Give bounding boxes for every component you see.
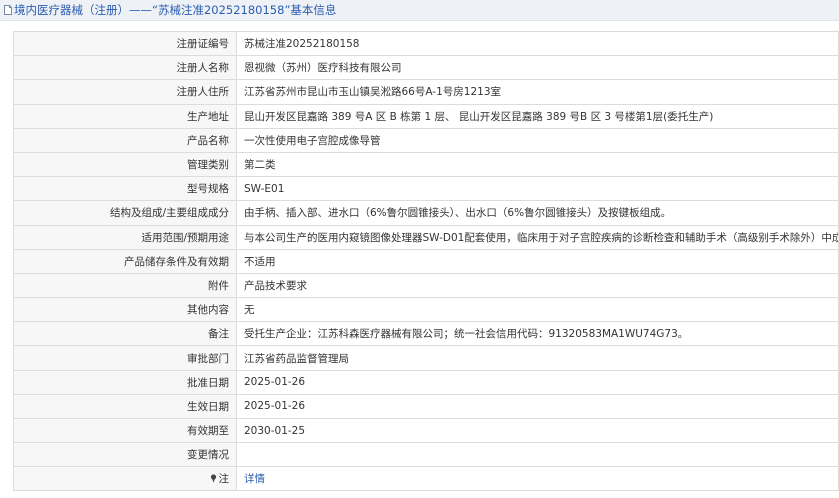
- table-row: 其他内容无: [13, 297, 839, 323]
- field-label: 生效日期: [13, 393, 237, 420]
- field-label: 生产地址: [13, 103, 237, 129]
- field-value: 昆山开发区昆嘉路 389 号A 区 B 栋第 1 层、 昆山开发区昆嘉路 389…: [236, 103, 839, 129]
- document-icon: [4, 5, 12, 15]
- field-label: 适用范围/预期用途: [13, 224, 237, 250]
- table-row: 备注 受托生产企业：江苏科森医疗器械有限公司；统一社会信用代码：91320583M…: [13, 321, 839, 347]
- field-label: 注册证编号: [13, 30, 237, 57]
- table-row: 产品名称 一次性使用电子宫腔成像导管: [13, 127, 839, 153]
- field-label: 变更情况: [13, 442, 237, 468]
- field-value: [236, 442, 839, 468]
- field-label: 产品名称: [13, 127, 237, 153]
- field-value: 江苏省药品监督管理局: [236, 345, 839, 371]
- note-row: 注 详情: [13, 466, 839, 492]
- field-value: 江苏省苏州市昆山市玉山镇吴淞路66号A-1号房1213室: [236, 79, 839, 105]
- note-label-text: 注: [218, 473, 230, 486]
- table-row: 生效日期 2025-01-26: [13, 393, 839, 420]
- field-value: 恩视微（苏州）医疗科技有限公司: [236, 55, 839, 81]
- pin-icon: [210, 474, 216, 484]
- detail-table: 注册证编号 苏械注准20252180158 注册人名称 恩视微（苏州）医疗科技有限公司…: [13, 30, 839, 492]
- field-value: 产品技术要求: [236, 272, 839, 299]
- field-label: 型号规格: [13, 176, 237, 202]
- field-value: 第二类: [236, 151, 839, 178]
- table-row: 注册证编号 苏械注准20252180158: [13, 30, 839, 57]
- field-value: 无: [236, 297, 839, 323]
- table-row: 适用范围/预期用途 与本公司生产的医用内窥镜图像处理器SW-D01配套使用，临床用…: [13, 224, 839, 250]
- table-row: 批准日期 2025-01-26: [13, 369, 839, 395]
- header-bar: 境内医疗器械（注册）——“苏械注准20252180158”基本信息: [0, 0, 839, 21]
- field-value: SW-E01: [236, 176, 839, 202]
- table-row: 型号规格 SW-E01: [13, 176, 839, 202]
- field-value: 一次性使用电子宫腔成像导管: [236, 127, 839, 153]
- field-value: 2030-01-25: [236, 417, 839, 444]
- field-value: 苏械注准20252180158: [236, 30, 839, 57]
- field-value: 2025-01-26: [236, 393, 839, 420]
- table-row: 附件 产品技术要求: [13, 272, 839, 299]
- field-value: 受托生产企业：江苏科森医疗器械有限公司；统一社会信用代码：91320583MA1…: [236, 321, 839, 347]
- field-value: 与本公司生产的医用内窥镜图像处理器SW-D01配套使用，临床用于对子宫腔疾病的诊…: [236, 224, 839, 250]
- table-row: 注册人住所 江苏省苏州市昆山市玉山镇吴淞路66号A-1号房1213室: [13, 79, 839, 105]
- field-value: 不适用: [236, 248, 839, 274]
- field-label: 批准日期: [13, 369, 237, 395]
- field-value: 由手柄、插入部、进水口（6%鲁尔圆锥接头）、出水口（6%鲁尔圆锥接头）及按键板组…: [236, 200, 839, 226]
- note-label-cell: 注: [13, 466, 237, 492]
- field-label: 有效期至: [13, 417, 237, 444]
- table-row: 变更情况: [13, 442, 839, 468]
- field-value: 2025-01-26: [236, 369, 839, 395]
- table-row: 管理类别 第二类: [13, 151, 839, 178]
- table-row: 生产地址 昆山开发区昆嘉路 389 号A 区 B 栋第 1 层、 昆山开发区昆嘉路…: [13, 103, 839, 129]
- field-label: 附件: [13, 272, 237, 299]
- field-label: 结构及组成/主要组成成分: [13, 200, 237, 226]
- table-row: 有效期至 2030-01-25: [13, 417, 839, 444]
- field-label: 产品储存条件及有效期: [13, 248, 237, 274]
- field-label: 其他内容: [13, 297, 237, 323]
- field-label: 管理类别: [13, 151, 237, 178]
- table-row: 结构及组成/主要组成成分 由手柄、插入部、进水口（6%鲁尔圆锥接头）、出水口（6%…: [13, 200, 839, 226]
- table-row: 审批部门 江苏省药品监督管理局: [13, 345, 839, 371]
- table-row: 注册人名称 恩视微（苏州）医疗科技有限公司: [13, 55, 839, 81]
- field-label: 注册人住所: [13, 79, 237, 105]
- details-link[interactable]: 详情: [244, 473, 265, 485]
- field-label: 注册人名称: [13, 55, 237, 81]
- field-label: 备注: [13, 321, 237, 347]
- field-label: 审批部门: [13, 345, 237, 371]
- page-title: 境内医疗器械（注册）——“苏械注准20252180158”基本信息: [14, 3, 337, 17]
- table-row: 产品储存条件及有效期 不适用: [13, 248, 839, 274]
- note-value-cell: 详情: [236, 466, 839, 492]
- note-label: 注: [210, 471, 230, 486]
- page: 境内医疗器械（注册）——“苏械注准20252180158”基本信息 注册证编号苏…: [0, 0, 839, 498]
